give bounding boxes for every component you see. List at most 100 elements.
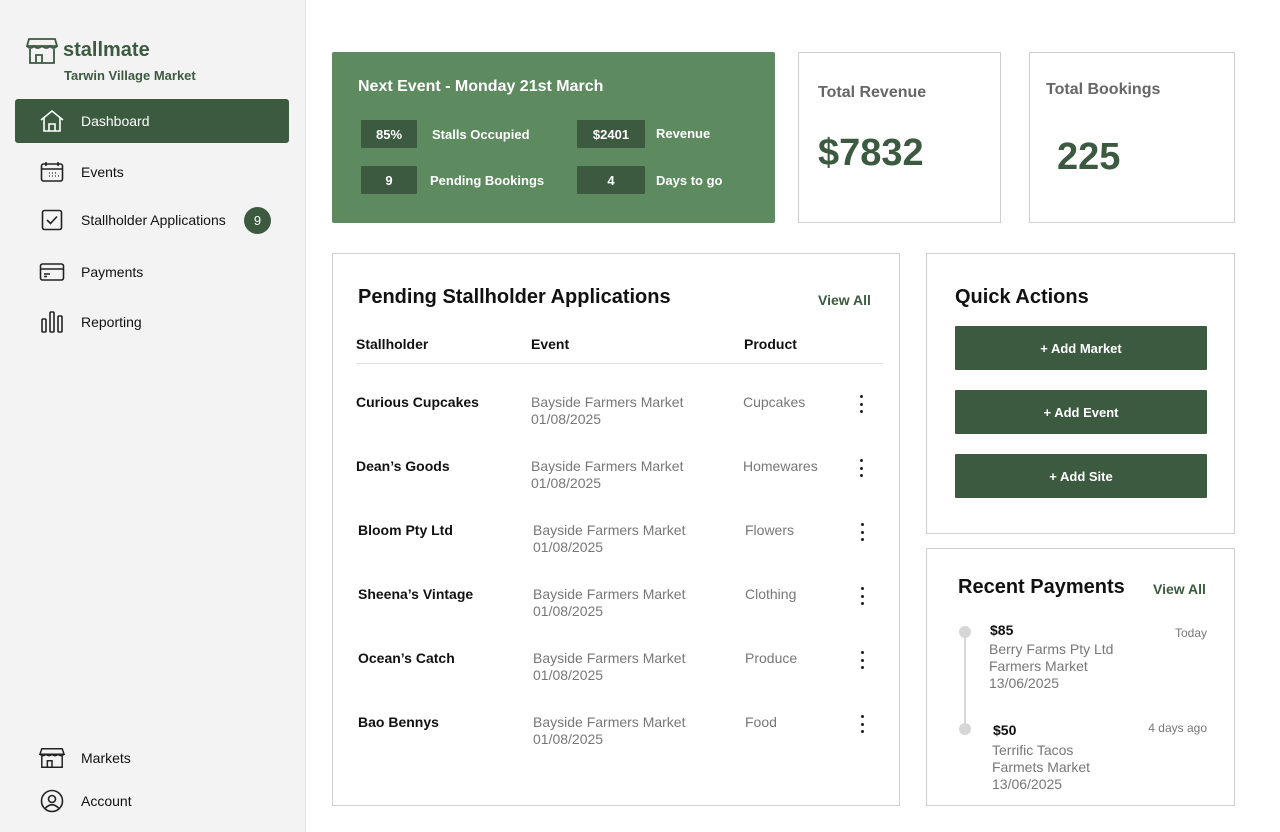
nav-item-markets[interactable]: Markets	[15, 736, 289, 780]
home-icon	[39, 108, 65, 134]
event-name: Bayside Farmers Market	[533, 586, 686, 602]
column-header-product: Product	[744, 336, 797, 352]
quick-actions-panel: Quick Actions + Add Market + Add Event +…	[926, 253, 1235, 534]
event-cell: Bayside Farmers Market 01/08/2025	[531, 394, 683, 428]
event-date: 01/08/2025	[533, 667, 604, 683]
payment-amount: $50	[993, 722, 1017, 738]
brand-name: stallmate	[63, 39, 150, 61]
product-cell: Homewares	[743, 458, 818, 474]
payment-details: Berry Farms Pty Ltd Farmers Market 13/06…	[989, 641, 1113, 692]
total-bookings-card: Total Bookings 225	[1029, 52, 1235, 223]
timeline-dot	[959, 626, 971, 638]
payment-market: Farmets Market	[992, 759, 1091, 775]
pending-applications-title: Pending Stallholder Applications	[358, 286, 671, 308]
stallholder-name: Sheena’s Vintage	[358, 586, 474, 602]
row-menu-icon[interactable]	[854, 650, 870, 670]
nav-item-stallholder-applications[interactable]: Stallholder Applications 9	[15, 198, 289, 242]
payment-time: 4 days ago	[1148, 721, 1207, 735]
payment-amount: $85	[990, 622, 1014, 638]
event-name: Bayside Farmers Market	[531, 394, 684, 410]
stallholder-name: Curious Cupcakes	[356, 394, 479, 410]
table-row[interactable]: Sheena’s Vintage Bayside Farmers Market 0…	[333, 586, 899, 636]
event-name: Bayside Farmers Market	[531, 458, 684, 474]
applications-view-all-link[interactable]: View All	[818, 292, 871, 308]
event-date: 01/08/2025	[533, 731, 604, 747]
row-menu-icon[interactable]	[853, 394, 869, 414]
product-cell: Clothing	[745, 586, 797, 602]
days-to-go-value: 4	[577, 166, 645, 194]
add-site-button[interactable]: + Add Site	[955, 454, 1207, 498]
pending-applications-panel: Pending Stallholder Applications View Al…	[332, 253, 900, 806]
product-cell: Produce	[745, 650, 798, 666]
table-row[interactable]: Dean’s Goods Bayside Farmers Market 01/08…	[333, 458, 899, 508]
row-menu-icon[interactable]	[854, 586, 870, 606]
event-cell: Bayside Farmers Market 01/08/2025	[533, 522, 685, 556]
payment-time: Today	[1174, 626, 1207, 640]
row-menu-icon[interactable]	[854, 714, 870, 734]
row-menu-icon[interactable]	[854, 522, 870, 542]
add-event-button[interactable]: + Add Event	[955, 390, 1207, 434]
product-cell: Cupcakes	[743, 394, 806, 410]
sidebar: stallmate Tarwin Village Market Dashboar…	[0, 0, 306, 832]
user-circle-icon	[39, 788, 65, 814]
event-revenue-label: Revenue	[656, 126, 711, 141]
nav-label: Account	[81, 793, 132, 809]
payments-timeline	[964, 633, 966, 729]
column-header-stallholder: Stallholder	[356, 336, 429, 352]
row-menu-icon[interactable]	[853, 458, 869, 478]
nav-label: Reporting	[81, 314, 142, 330]
stallholder-name: Bloom Pty Ltd	[358, 522, 453, 538]
nav-item-events[interactable]: Events	[15, 150, 289, 194]
next-event-title: Next Event - Monday 21st March	[358, 78, 604, 95]
table-row[interactable]: Bao Bennys Bayside Farmers Market 01/08/2…	[333, 714, 899, 764]
payment-market: Farmers Market	[989, 658, 1088, 674]
event-cell: Bayside Farmers Market 01/08/2025	[531, 458, 683, 492]
nav-item-reporting[interactable]: Reporting	[15, 300, 289, 344]
event-date: 01/08/2025	[533, 539, 604, 555]
nav-label: Stallholder Applications	[81, 212, 226, 228]
event-name: Bayside Farmers Market	[533, 714, 686, 730]
nav-label: Markets	[81, 750, 131, 766]
timeline-dot	[959, 723, 971, 735]
nav-label: Dashboard	[81, 113, 150, 129]
applications-count-badge: 9	[244, 207, 271, 234]
pending-bookings-label: Pending Bookings	[430, 173, 545, 188]
days-to-go-label: Days to go	[656, 173, 723, 188]
pending-bookings-value: 9	[361, 166, 417, 194]
payment-payer: Terrific Tacos	[992, 742, 1074, 758]
product-cell: Food	[745, 714, 777, 730]
market-name: Tarwin Village Market	[64, 68, 196, 83]
checkbox-icon	[39, 207, 65, 233]
recent-payments-title: Recent Payments	[958, 576, 1125, 598]
brand: stallmate	[26, 37, 150, 65]
next-event-card: Next Event - Monday 21st March 85% Stall…	[332, 52, 775, 223]
event-name: Bayside Farmers Market	[533, 650, 686, 666]
event-cell: Bayside Farmers Market 01/08/2025	[533, 650, 685, 684]
stalls-occupied-label: Stalls Occupied	[432, 127, 530, 142]
calendar-icon	[39, 159, 65, 185]
nav-item-account[interactable]: Account	[15, 779, 289, 823]
quick-actions-title: Quick Actions	[955, 286, 1089, 308]
nav-label: Payments	[81, 264, 144, 280]
table-row[interactable]: Ocean’s Catch Bayside Farmers Market 01/0…	[333, 650, 899, 700]
payment-payer: Berry Farms Pty Ltd	[989, 641, 1114, 657]
event-revenue-value: $2401	[577, 120, 645, 148]
credit-card-icon	[39, 259, 65, 285]
total-bookings-label: Total Bookings	[1046, 81, 1161, 98]
event-name: Bayside Farmers Market	[533, 522, 686, 538]
table-row[interactable]: Bloom Pty Ltd Bayside Farmers Market 01/0…	[333, 522, 899, 572]
total-bookings-value: 225	[1057, 136, 1121, 178]
event-cell: Bayside Farmers Market 01/08/2025	[533, 586, 685, 620]
total-revenue-label: Total Revenue	[818, 84, 927, 101]
table-row[interactable]: Curious Cupcakes Bayside Farmers Market 0…	[333, 394, 899, 444]
nav-item-dashboard[interactable]: Dashboard	[15, 99, 289, 143]
bar-chart-icon	[39, 309, 65, 335]
add-market-button[interactable]: + Add Market	[955, 326, 1207, 370]
event-cell: Bayside Farmers Market 01/08/2025	[533, 714, 685, 748]
payments-view-all-link[interactable]: View All	[1153, 581, 1206, 597]
stalls-occupied-value: 85%	[361, 120, 417, 148]
nav-item-payments[interactable]: Payments	[15, 250, 289, 294]
store-icon	[39, 745, 65, 771]
stallholder-name: Bao Bennys	[358, 714, 439, 730]
total-revenue-card: Total Revenue $7832	[798, 52, 1001, 223]
